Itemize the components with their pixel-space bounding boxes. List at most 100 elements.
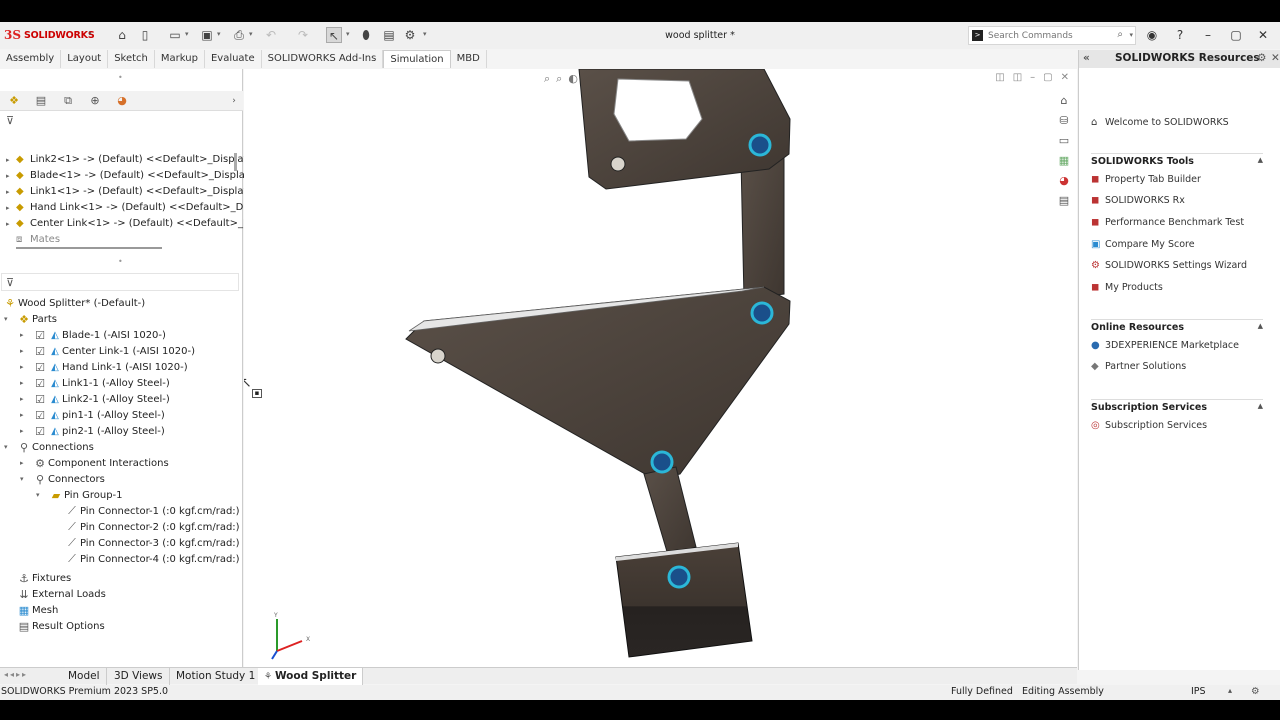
home-icon[interactable]: ⌂ <box>114 27 130 43</box>
maximize-icon[interactable]: ▢ <box>1227 27 1245 43</box>
save-icon[interactable]: ▣ <box>199 27 215 43</box>
minimize-icon[interactable]: – <box>1199 27 1217 43</box>
expand-arrow-icon[interactable]: ▸ <box>20 363 32 371</box>
sim-tree-fixtures[interactable]: ⚓ Fixtures <box>16 570 71 586</box>
collapse-pane-icon[interactable]: « <box>1083 52 1090 64</box>
expand-arrow-icon[interactable]: ▸ <box>20 347 32 355</box>
tool-link[interactable]: ⚙ SOLIDWORKS Settings Wizard <box>1091 257 1247 273</box>
expand-arrow-icon[interactable]: ▸ <box>20 459 32 467</box>
sim-tree-result-options[interactable]: ▤ Result Options <box>16 618 105 634</box>
sim-part-item[interactable]: ▸ ☑ ◭ pin2-1 (-Alloy Steel-) <box>20 423 165 439</box>
sim-part-item[interactable]: ▸ ☑ ◭ Link1-1 (-Alloy Steel-) <box>20 375 170 391</box>
traffic-light-icon[interactable]: ⬮ <box>358 27 374 43</box>
appearances-icon[interactable]: ◕ <box>1055 172 1073 190</box>
file-explorer-icon[interactable]: ▭ <box>1055 132 1073 150</box>
simulation-filter-bar[interactable]: ⊽ <box>1 273 239 291</box>
feature-manager-icon[interactable]: ❖ <box>6 93 22 109</box>
sim-tree-parts[interactable]: ▾ ❖ Parts <box>4 311 57 327</box>
unit-system[interactable]: IPS <box>1191 686 1206 697</box>
collapse-section-icon[interactable]: ▲ <box>1258 156 1263 164</box>
center-link-body[interactable] <box>643 466 697 556</box>
expand-arrow-icon[interactable]: ▸ <box>6 172 16 180</box>
tab-model[interactable]: Model <box>62 668 107 685</box>
tab-addins[interactable]: SOLIDWORKS Add-Ins <box>262 50 384 68</box>
tab-3d-views[interactable]: 3D Views <box>108 668 170 685</box>
display-manager-icon[interactable]: ◕ <box>114 93 130 109</box>
sim-pin-connector[interactable]: ⟋ Pin Connector-2 (:0 kgf.cm/rad:) <box>64 519 239 535</box>
collapse-section-icon[interactable]: ▲ <box>1258 402 1263 410</box>
pin-connector-marker[interactable] <box>650 450 674 474</box>
tool-link[interactable]: ◼ Performance Benchmark Test <box>1091 214 1244 230</box>
new-document-icon[interactable]: ▯ <box>137 27 153 43</box>
expand-arrow-icon[interactable]: ▸ <box>6 204 16 212</box>
collapse-arrow-icon[interactable]: ▾ <box>4 443 16 451</box>
tree-vertical-scrollbar[interactable] <box>234 153 237 171</box>
welcome-link[interactable]: ⌂ Welcome to SOLIDWORKS <box>1091 114 1229 130</box>
filter-icon[interactable]: ⊽ <box>6 276 14 289</box>
tree-item-link2[interactable]: ▸ ◆ Link2<1> -> (Default) <<Default>_Displ… <box>6 154 259 170</box>
dimxpert-icon[interactable]: ⊕ <box>87 93 103 109</box>
view-palette-icon[interactable]: ▦ <box>1055 152 1073 170</box>
units-caret-icon[interactable]: ▴ <box>1228 686 1232 695</box>
tab-assembly[interactable]: Assembly <box>0 50 62 68</box>
close-pane-icon[interactable]: ✕ <box>1271 52 1280 64</box>
base-block[interactable] <box>615 542 753 658</box>
filter-icon[interactable]: ⊽ <box>6 114 14 127</box>
panel-splitter-top[interactable]: • <box>118 73 123 82</box>
subscription-link[interactable]: ◎ Subscription Services <box>1091 417 1207 433</box>
sim-part-item[interactable]: ▸ ☑ ◭ Link2-1 (-Alloy Steel-) <box>20 391 170 407</box>
subscription-section-header[interactable]: Subscription Services ▲ <box>1091 399 1263 413</box>
collapse-section-icon[interactable]: ▲ <box>1258 322 1263 330</box>
pin-connector-marker[interactable] <box>748 133 772 157</box>
tool-link[interactable]: ◼ SOLIDWORKS Rx <box>1091 192 1185 208</box>
sim-pin-connector[interactable]: ⟋ Pin Connector-4 (:0 kgf.cm/rad:) <box>64 551 239 567</box>
online-section-header[interactable]: Online Resources ▲ <box>1091 319 1263 333</box>
tools-section-header[interactable]: SOLIDWORKS Tools ▲ <box>1091 153 1263 167</box>
panel-splitter-mid[interactable]: • <box>118 257 123 266</box>
tab-scroll-arrows-icon[interactable]: ◂◂▸▸ <box>4 670 28 679</box>
open-caret-icon[interactable]: ▾ <box>185 30 189 38</box>
online-link[interactable]: ◆ Partner Solutions <box>1091 358 1186 374</box>
sim-part-item[interactable]: ▸ ☑ ◭ Center Link-1 (-AISI 1020-) <box>20 343 195 359</box>
search-icon[interactable]: ⌕ <box>1117 29 1123 40</box>
sim-tree-connections[interactable]: ▾ ⚲ Connections <box>4 439 94 455</box>
sim-part-item[interactable]: ▸ ☑ ◭ Blade-1 (-AISI 1020-) <box>20 327 166 343</box>
tab-wood-splitter[interactable]: ⚘ Wood Splitter <box>258 668 364 685</box>
redo-icon[interactable]: ↷ <box>295 27 311 43</box>
tree-item-blade[interactable]: ▸ ◆ Blade<1> -> (Default) <<Default>_Displ… <box>6 170 251 186</box>
sim-tree-component-interactions[interactable]: ▸ ⚙ Component Interactions <box>20 455 169 471</box>
collapse-arrow-icon[interactable]: ▾ <box>20 475 32 483</box>
expand-panel-icon[interactable]: › <box>226 93 242 109</box>
collapse-arrow-icon[interactable]: ▾ <box>36 491 48 499</box>
close-icon[interactable]: ✕ <box>1254 27 1272 43</box>
pin-pane-icon[interactable]: ⚙ <box>1257 52 1266 64</box>
tool-link[interactable]: ◼ Property Tab Builder <box>1091 171 1201 187</box>
expand-arrow-icon[interactable]: ▸ <box>20 427 32 435</box>
tool-link[interactable]: ◼ My Products <box>1091 279 1163 295</box>
expand-arrow-icon[interactable]: ▸ <box>20 379 32 387</box>
search-input[interactable] <box>988 29 1113 42</box>
expand-arrow-icon[interactable]: ▸ <box>20 331 32 339</box>
help-icon[interactable]: ? <box>1171 27 1189 43</box>
sim-tree-external-loads[interactable]: ⇊ External Loads <box>16 586 105 602</box>
expand-arrow-icon[interactable]: ▸ <box>6 188 16 196</box>
menu-expand-icon[interactable]: › <box>88 28 92 39</box>
custom-properties-icon[interactable]: ▤ <box>1055 192 1073 210</box>
sim-tree-pin-group[interactable]: ▾ ▰ Pin Group-1 <box>36 487 123 503</box>
design-library-icon[interactable]: ⛁ <box>1055 112 1073 130</box>
open-folder-icon[interactable]: ▭ <box>167 27 183 43</box>
user-account-icon[interactable]: ◉ <box>1143 27 1161 43</box>
print-icon[interactable]: ⎙ <box>231 27 247 43</box>
solidworks-resources-icon[interactable]: ⌂ <box>1055 92 1073 110</box>
sim-tree-mesh[interactable]: ▦ Mesh <box>16 602 59 618</box>
tab-simulation[interactable]: Simulation <box>383 50 451 68</box>
sim-tree-connectors[interactable]: ▾ ⚲ Connectors <box>20 471 105 487</box>
select-caret-icon[interactable]: ▾ <box>346 30 350 38</box>
tab-mbd[interactable]: MBD <box>451 50 487 68</box>
options-caret-icon[interactable]: ▾ <box>423 30 427 38</box>
tree-item-hand-link[interactable]: ▸ ◆ Hand Link<1> -> (Default) <<Default>_D… <box>6 202 251 218</box>
tree-item-center-link[interactable]: ▸ ◆ Center Link<1> -> (Default) <<Default>… <box>6 218 253 234</box>
tab-markup[interactable]: Markup <box>155 50 205 68</box>
collapse-arrow-icon[interactable]: ▾ <box>4 315 16 323</box>
sim-part-item[interactable]: ▸ ☑ ◭ pin1-1 (-Alloy Steel-) <box>20 407 165 423</box>
